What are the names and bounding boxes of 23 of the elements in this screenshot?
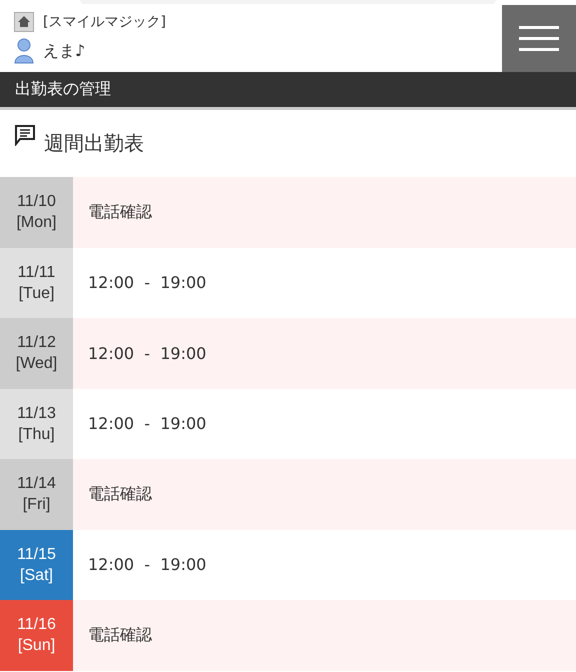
shift-cell-text: 12:00 - 19:00 (87, 272, 206, 294)
shift-cell-text: 12:00 - 19:00 (87, 413, 206, 436)
shift-cell-text: 電話確認 (87, 200, 152, 223)
user-icon (14, 38, 34, 64)
user-name: えま♪ (43, 40, 86, 62)
menu-icon (519, 24, 559, 52)
menu-button[interactable] (502, 5, 576, 72)
date-cell: 11/16 [Sun] (0, 600, 73, 670)
comment-icon (14, 124, 36, 146)
shift-cell-text: 12:00 - 19:00 (87, 554, 206, 576)
shop-name: [スマイルマジック] (43, 13, 166, 31)
date-cell: 11/15 [Sat] (0, 530, 73, 600)
date-cell: 11/13 [Thu] (0, 388, 73, 459)
section-title: 週間出勤表 (44, 130, 144, 157)
date-cell: 11/11 [Tue] (0, 248, 73, 318)
date-cell: 11/10 [Mon] (0, 177, 73, 248)
date-cell: 11/12 [Wed] (0, 318, 73, 388)
home-icon (14, 12, 34, 32)
shift-cell-text: 電話確認 (87, 624, 152, 646)
shift-cell-text: 電話確認 (87, 482, 152, 505)
shift-cell-text: 12:00 - 19:00 (87, 342, 206, 365)
date-cell: 11/14 [Fri] (0, 459, 73, 530)
page-title: 出勤表の管理 (15, 79, 111, 100)
